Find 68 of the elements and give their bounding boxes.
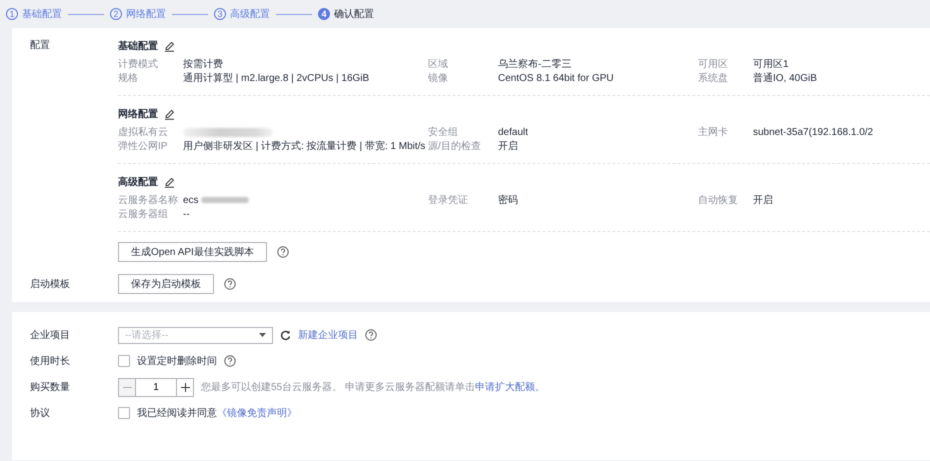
field-value: 可用区1	[753, 58, 789, 71]
field-label: 配置	[30, 38, 51, 53]
help-icon[interactable]	[224, 355, 236, 367]
field-value: 密码	[498, 194, 518, 207]
new-project-link[interactable]: 新建企业项目	[298, 328, 358, 342]
step-number: 1	[6, 8, 18, 20]
section-title: 网络配置	[118, 108, 158, 121]
field-value: subnet-35a7(192.168.1.0/2	[753, 126, 874, 138]
increase-quota-link[interactable]: 申请扩大配额。	[474, 382, 545, 393]
refresh-icon[interactable]	[280, 330, 291, 340]
quantity-input[interactable]: 1	[135, 378, 177, 396]
field-label: 弹性公网IP	[118, 140, 168, 153]
checkbox[interactable]	[118, 407, 130, 419]
checkbox-label[interactable]: 设置定时删除时间	[137, 354, 217, 368]
step-label[interactable]: 基础配置	[22, 7, 62, 21]
field-label: 虚拟私有云	[118, 126, 169, 139]
field-value: ecs	[183, 194, 199, 206]
field-value: default	[498, 126, 528, 138]
disclaimer-link[interactable]: 《镜像免责声明》	[217, 408, 297, 419]
field-label: 企业项目	[30, 328, 71, 342]
field-label: 安全组	[428, 126, 459, 139]
field-label: 云服务器名称	[118, 194, 179, 207]
quota-hint: 您最多可以创建55台云服务器。 申请更多云服务器配额请单击申请扩大配额。	[201, 380, 545, 394]
field-value: 普通IO, 40GiB	[753, 72, 817, 85]
save-template-button[interactable]: 保存为启动模板	[118, 274, 214, 294]
edit-icon[interactable]	[164, 108, 175, 120]
step-number: 4	[318, 8, 330, 20]
field-label: 可用区	[698, 58, 729, 71]
field-label: 主网卡	[698, 126, 729, 139]
field-label: 使用时长	[30, 354, 71, 368]
caret-icon	[259, 333, 266, 337]
quantity-stepper[interactable]: 1	[118, 378, 194, 396]
help-icon[interactable]	[276, 246, 289, 258]
field-label: 规格	[118, 72, 139, 85]
plus-icon	[180, 382, 190, 392]
field-label: 云服务器组	[118, 208, 169, 221]
field-label: 区域	[428, 58, 449, 71]
field-label: 自动恢复	[698, 194, 739, 207]
field-value: 按需计费	[183, 58, 223, 71]
field-label: 系统盘	[698, 72, 729, 85]
field-value: 用户侧非研发区 | 计费方式: 按流量计费 | 带宽: 1 Mbit/s	[183, 140, 426, 153]
help-icon[interactable]	[365, 329, 377, 341]
field-label: 计费模式	[118, 58, 159, 71]
step-number: 2	[110, 8, 122, 20]
step-label[interactable]: 网络配置	[126, 7, 166, 21]
field-label: 协议	[30, 406, 51, 420]
field-value: --	[183, 208, 190, 220]
field-value: 通用计算型 | m2.large.8 | 2vCPUs | 16GiB	[183, 72, 370, 85]
edit-icon[interactable]	[164, 40, 175, 52]
field-value: 开启	[498, 140, 518, 153]
agreement-text: 我已经阅读并同意《镜像免责声明》	[137, 406, 297, 420]
field-label: 源/目的检查	[428, 140, 482, 153]
field-label: 购买数量	[30, 381, 71, 394]
edit-icon[interactable]	[164, 176, 175, 188]
field-label: 启动模板	[30, 278, 71, 291]
checkbox[interactable]	[118, 355, 130, 367]
step-number: 3	[214, 8, 226, 20]
field-value: 乌兰察布-二零三	[498, 58, 572, 71]
generate-script-button[interactable]: 生成Open API最佳实践脚本	[118, 242, 267, 262]
step-label[interactable]: 高级配置	[230, 7, 270, 21]
step-label[interactable]: 确认配置	[334, 7, 374, 21]
field-value: 开启	[753, 194, 773, 207]
help-icon[interactable]	[224, 278, 236, 290]
field-value: CentOS 8.1 64bit for GPU	[498, 72, 614, 84]
field-label: 登录凭证	[428, 194, 469, 207]
section-title: 高级配置	[118, 175, 158, 189]
field-label: 镜像	[428, 72, 449, 85]
section-title: 基础配置	[118, 40, 158, 53]
